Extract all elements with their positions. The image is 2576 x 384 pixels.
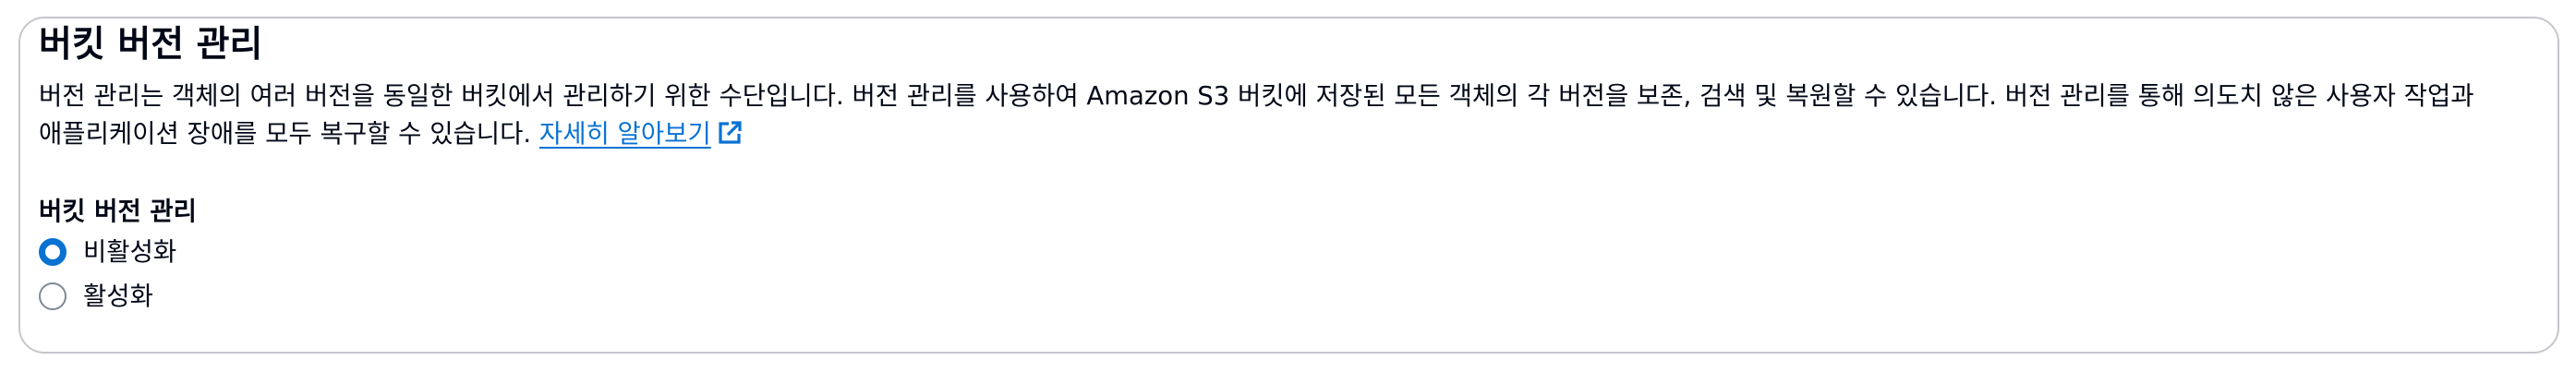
radio-label-disable: 비활성화 bbox=[83, 237, 177, 267]
radio-label-enable: 활성화 bbox=[83, 282, 153, 311]
radio-button-enable[interactable] bbox=[39, 282, 67, 310]
radio-option-disable[interactable]: 비활성화 bbox=[39, 235, 176, 269]
description-text: 버전 관리는 객체의 여러 버전을 동일한 버킷에서 관리하기 위한 수단입니다… bbox=[39, 81, 2474, 149]
external-link-icon bbox=[719, 121, 742, 144]
learn-more-link[interactable]: 자세히 알아보기 bbox=[539, 119, 743, 149]
learn-more-label: 자세히 알아보기 bbox=[538, 119, 711, 149]
section-description: 버전 관리는 객체의 여러 버전을 동일한 버킷에서 관리하기 위한 수단입니다… bbox=[39, 78, 2496, 153]
versioning-field-label: 버킷 버전 관리 bbox=[39, 197, 197, 226]
radio-option-enable[interactable]: 활성화 bbox=[39, 280, 153, 313]
section-title: 버킷 버전 관리 bbox=[39, 24, 263, 66]
bucket-versioning-panel bbox=[18, 17, 2559, 354]
radio-button-disable[interactable] bbox=[39, 238, 67, 266]
